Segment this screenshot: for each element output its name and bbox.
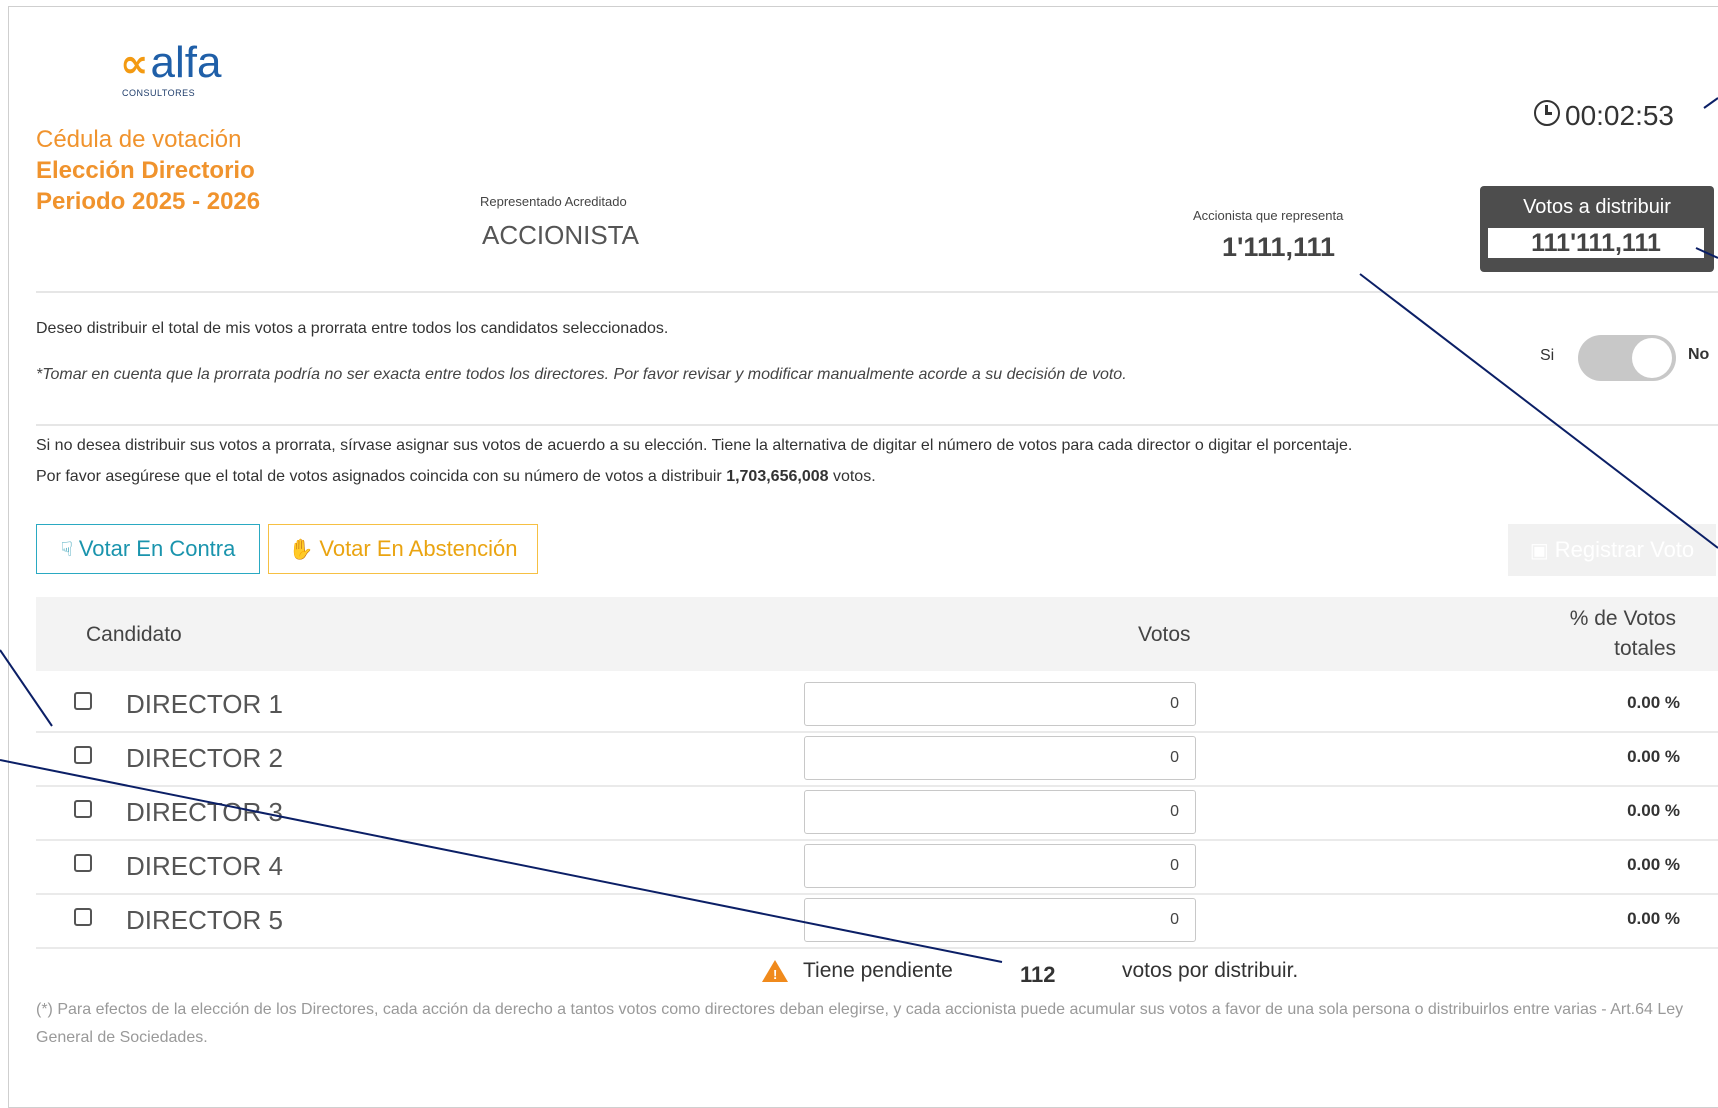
instructions-line2: Por favor asegúrese que el total de voto… xyxy=(36,468,876,486)
candidate-name: DIRECTOR 3 xyxy=(126,797,283,827)
vote-against-button[interactable]: ☟ Votar En Contra xyxy=(36,524,260,574)
table-row: DIRECTOR 3 0 0.00 % xyxy=(36,785,1718,841)
candidate-checkbox[interactable] xyxy=(74,692,92,710)
prorrata-note: *Tomar en cuenta que la prorrata podría … xyxy=(36,366,1127,383)
save-icon: ▣ xyxy=(1529,539,1549,562)
vote-abstention-button[interactable]: ✋ Votar En Abstención xyxy=(268,524,538,574)
hand-icon: ✋ xyxy=(288,538,314,561)
session-timer: 00:02:53 xyxy=(1534,100,1674,132)
pending-pre: Tiene pendiente xyxy=(803,959,953,982)
prorrata-toggle[interactable] xyxy=(1578,335,1676,381)
votes-input[interactable]: 0 xyxy=(804,844,1196,888)
header-pct: % de Votos totales xyxy=(1569,607,1676,660)
shareholder-value: 1'111,111 xyxy=(1222,232,1336,262)
represented-label: Representado Acreditado xyxy=(480,194,627,209)
votes-to-distribute-value: 111'111,111 xyxy=(1488,228,1704,258)
register-vote-label: Registrar Voto xyxy=(1554,537,1695,562)
table-row: DIRECTOR 1 0 0.00 % xyxy=(36,677,1718,733)
candidate-name: DIRECTOR 5 xyxy=(126,905,283,935)
vote-abstention-label: Votar En Abstención xyxy=(319,536,518,561)
candidate-name: DIRECTOR 2 xyxy=(126,743,283,773)
warning-exclamation: ! xyxy=(773,967,778,982)
table-header: Candidato Votos % de Votos totales xyxy=(36,597,1718,671)
candidate-checkbox[interactable] xyxy=(74,800,92,818)
header-votes: Votos xyxy=(1138,623,1191,646)
instructions-line2-post: votos. xyxy=(828,468,876,485)
candidate-checkbox[interactable] xyxy=(74,746,92,764)
votes-pct: 0.00 % xyxy=(1627,693,1680,712)
represented-value: ACCIONISTA xyxy=(482,220,639,250)
prorrata-text: Deseo distribuir el total de mis votos a… xyxy=(36,320,669,337)
election-title: Elección Directorio xyxy=(36,157,255,184)
shareholder-label: Accionista que representa xyxy=(1193,208,1344,223)
votes-input[interactable]: 0 xyxy=(804,736,1196,780)
votes-pct: 0.00 % xyxy=(1627,747,1680,766)
period-title: Periodo 2025 - 2026 xyxy=(36,188,261,215)
brand-logo: ∝ alfa CONSULTORES xyxy=(120,38,222,99)
table-row: DIRECTOR 2 0 0.00 % xyxy=(36,731,1718,787)
divider xyxy=(36,291,1718,293)
clock-icon xyxy=(1534,100,1560,126)
votes-pct: 0.00 % xyxy=(1627,801,1680,820)
alfa-logo-word: alfa xyxy=(150,38,222,87)
votes-input[interactable]: 0 xyxy=(804,790,1196,834)
thumbs-down-icon: ☟ xyxy=(60,538,73,561)
votes-to-distribute-box: Votos a distribuir 111'111,111 xyxy=(1480,186,1714,272)
table-row: DIRECTOR 5 0 0.00 % xyxy=(36,893,1718,949)
alfa-logo-mark: ∝ xyxy=(120,41,149,87)
toggle-no-label: No xyxy=(1688,346,1710,363)
candidate-checkbox[interactable] xyxy=(74,908,92,926)
votes-to-distribute-label: Votos a distribuir xyxy=(1523,196,1671,218)
votes-pct: 0.00 % xyxy=(1627,855,1680,874)
votes-pct: 0.00 % xyxy=(1627,909,1680,928)
instructions-line1: Si no desea distribuir sus votos a prorr… xyxy=(36,437,1353,454)
ballot-title: Cédula de votación xyxy=(36,126,242,153)
instructions-line2-pre: Por favor asegúrese que el total de voto… xyxy=(36,468,727,485)
votes-input[interactable]: 0 xyxy=(804,898,1196,942)
vote-against-label: Votar En Contra xyxy=(78,536,236,561)
candidate-name: DIRECTOR 1 xyxy=(126,689,283,719)
pending-value: 112 xyxy=(1020,962,1056,987)
timer-value: 00:02:53 xyxy=(1565,100,1674,131)
divider xyxy=(36,424,1718,426)
votes-input[interactable]: 0 xyxy=(804,682,1196,726)
toggle-knob xyxy=(1632,338,1672,378)
legal-footnote: (*) Para efectos de la elección de los D… xyxy=(36,1001,1684,1046)
candidate-checkbox[interactable] xyxy=(74,854,92,872)
total-votes-bold: 1,703,656,008 xyxy=(726,468,829,485)
pending-post: votos por distribuir. xyxy=(1122,959,1299,982)
alfa-logo-sub: CONSULTORES xyxy=(122,88,196,98)
header-candidate: Candidato xyxy=(86,623,182,646)
toggle-yes-label: Si xyxy=(1540,347,1555,364)
table-row: DIRECTOR 4 0 0.00 % xyxy=(36,839,1718,895)
register-vote-button[interactable]: ▣ Registrar Voto xyxy=(1508,524,1716,576)
candidate-name: DIRECTOR 4 xyxy=(126,851,283,881)
